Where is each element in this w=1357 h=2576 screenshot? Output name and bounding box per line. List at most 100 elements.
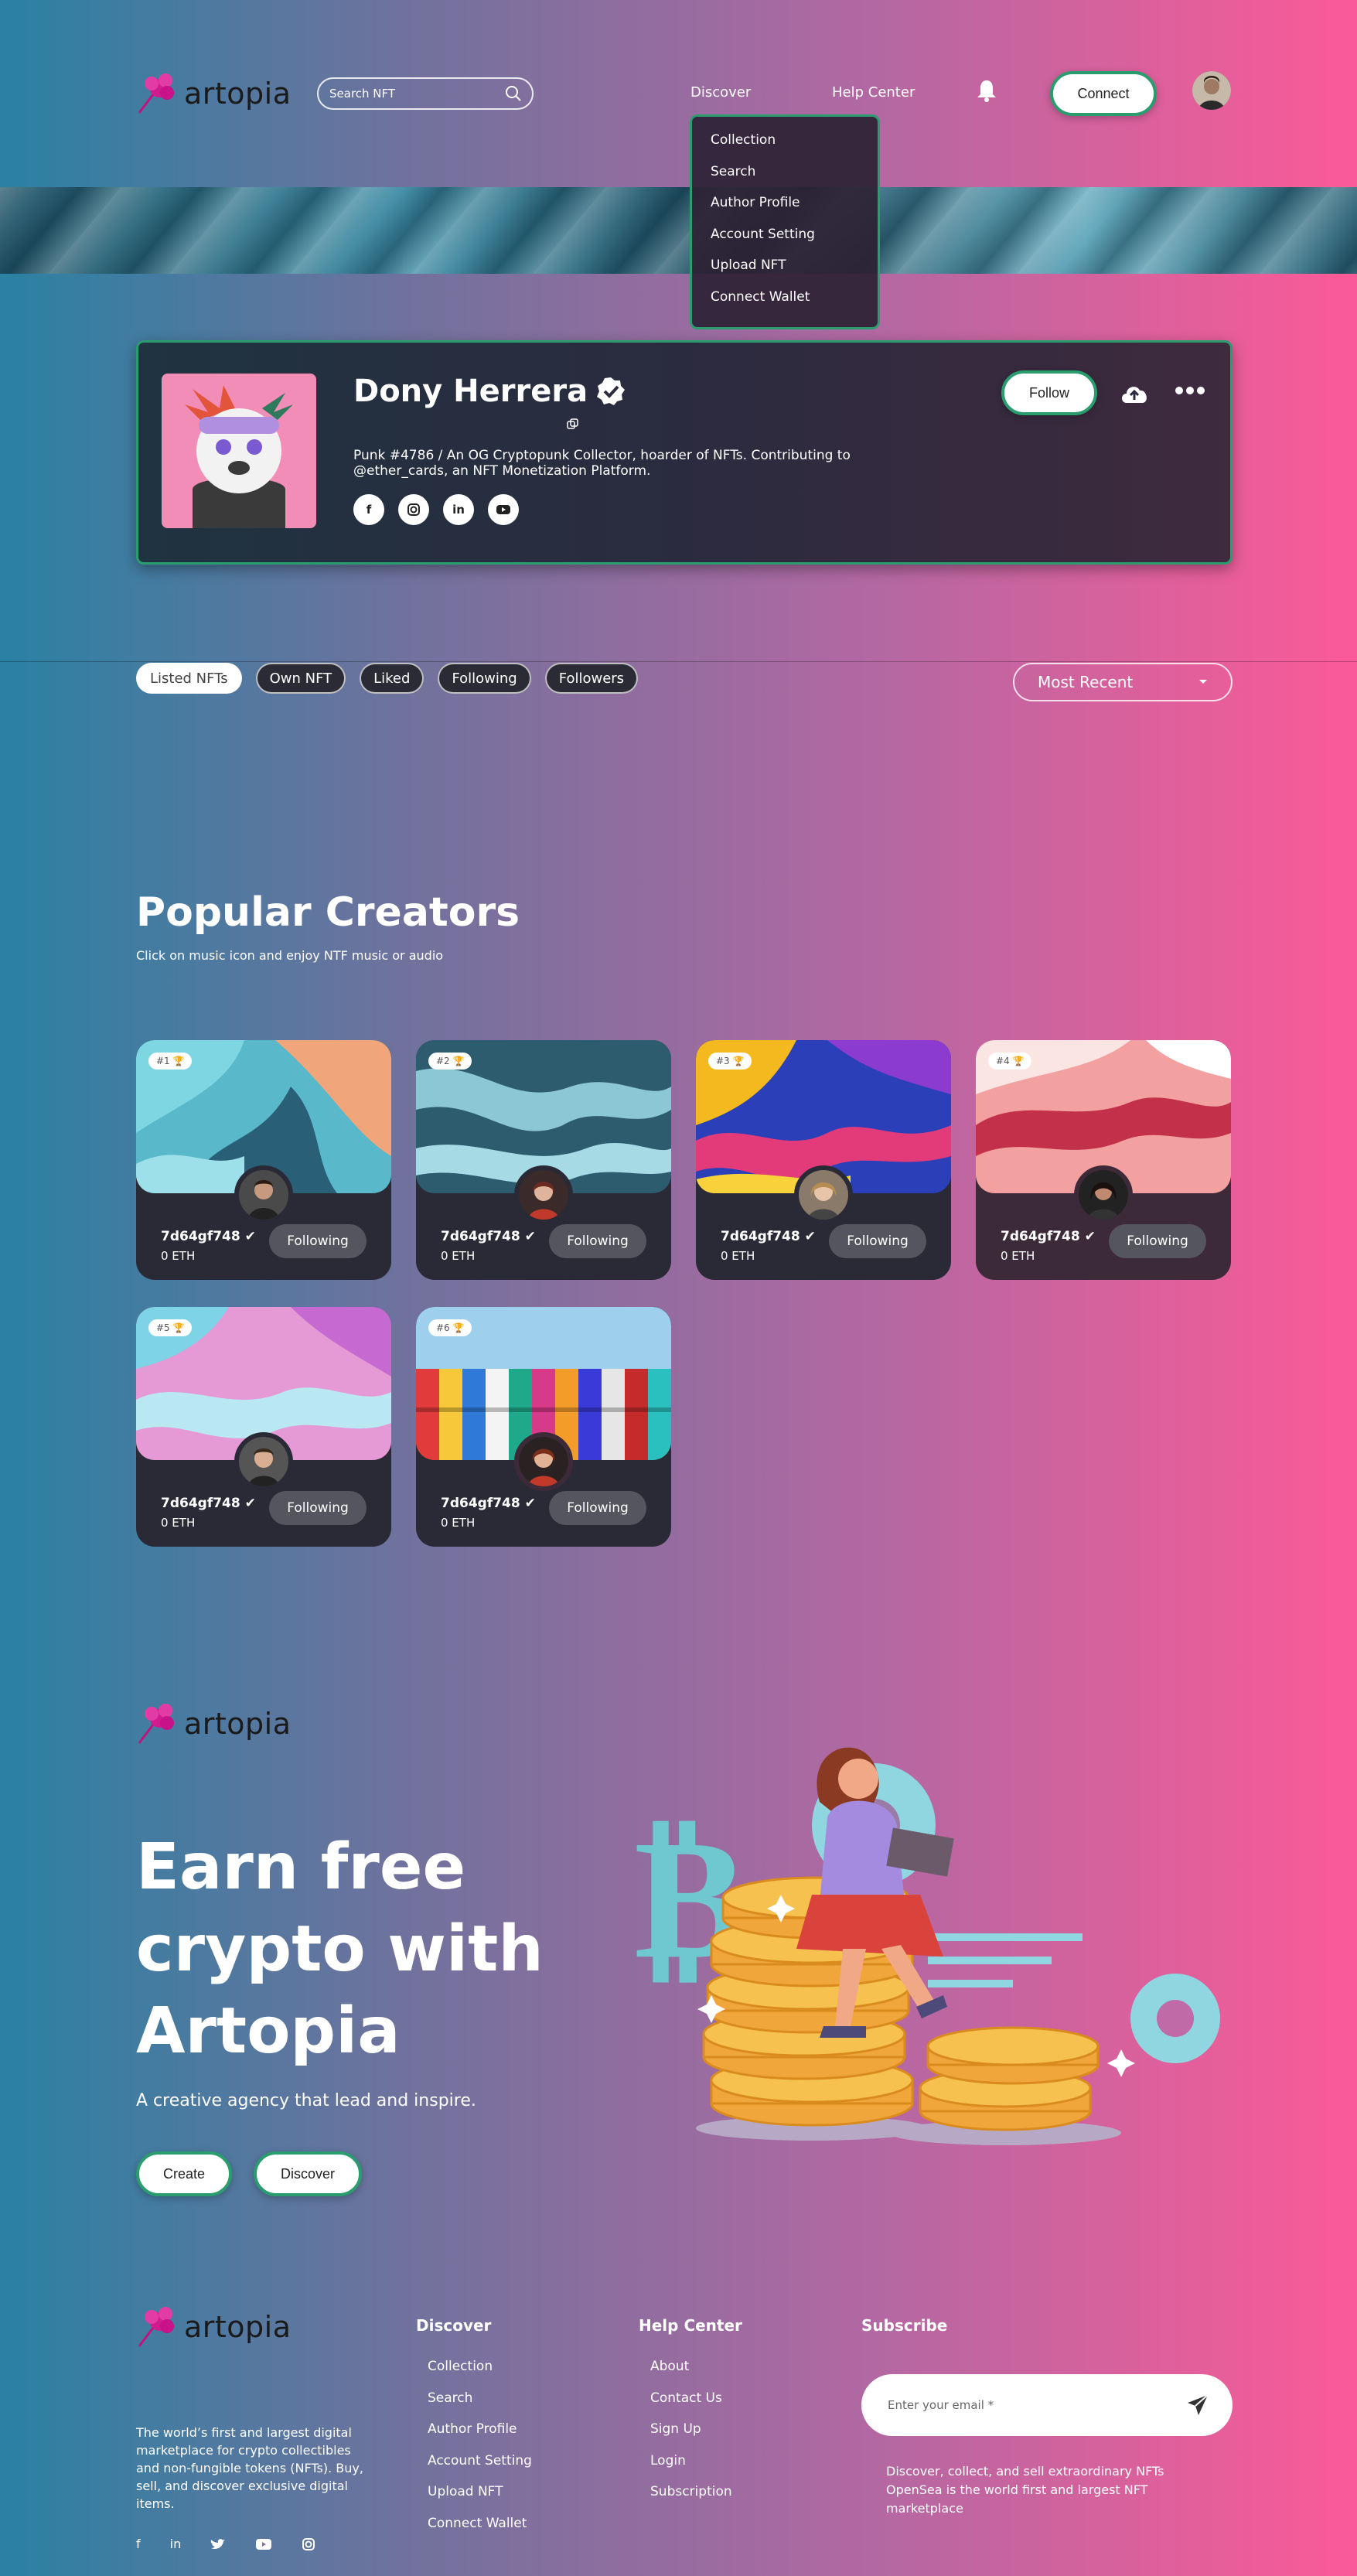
bear-avatar-image (162, 374, 316, 528)
footer-link-search[interactable]: Search (428, 2390, 532, 2422)
footer-subscribe-title: Subscribe (861, 2316, 948, 2335)
creator-avatar (234, 1432, 293, 1491)
creator-name-row: 7d64gf748 ✔ (1001, 1229, 1096, 1244)
hero-logo[interactable]: artopia (136, 1701, 292, 1746)
youtube-icon[interactable] (255, 2538, 272, 2550)
creator-card[interactable]: #4 🏆 7d64gf748 ✔ 0 ETH Following (976, 1040, 1231, 1280)
footer-link-login[interactable]: Login (650, 2453, 732, 2485)
flower-logo-icon (138, 2307, 174, 2347)
user-avatar[interactable] (1192, 71, 1231, 110)
profile-bio-line2: @ether_cards, an NFT Monetization Platfo… (353, 463, 651, 479)
rank-badge: #1 🏆 (148, 1053, 193, 1070)
creator-eth: 0 ETH (441, 1249, 476, 1263)
following-button[interactable]: Following (829, 1224, 926, 1258)
footer-link-upload-nft[interactable]: Upload NFT (428, 2484, 532, 2516)
rank-label: #4 (996, 1056, 1010, 1066)
following-button[interactable]: Following (549, 1491, 646, 1525)
footer-socials: f in (136, 2537, 315, 2551)
tab-listed-nfts[interactable]: Listed NFTs (136, 663, 242, 694)
instagram-icon[interactable] (302, 2537, 315, 2551)
profile-name: Dony Herrera (353, 374, 588, 409)
footer-link-contact-us[interactable]: Contact Us (650, 2390, 732, 2422)
footer-help-title: Help Center (639, 2316, 742, 2335)
creator-card[interactable]: #1 🏆 7d64gf748 ✔ 0 ETH Following (136, 1040, 391, 1280)
search-bar[interactable]: Search NFT (317, 77, 534, 110)
linkedin-icon[interactable]: in (443, 494, 474, 525)
verified-badge-icon (597, 377, 626, 405)
bell-icon[interactable] (976, 79, 997, 102)
creator-card[interactable]: #6 🏆 7d64gf748 ✔ 0 ETH Following (416, 1307, 671, 1547)
youtube-icon[interactable] (488, 494, 519, 525)
copy-icon[interactable] (567, 418, 579, 431)
footer-link-sign-up[interactable]: Sign Up (650, 2421, 732, 2453)
creator-eth: 0 ETH (721, 1249, 755, 1263)
rank-badge: #2 🏆 (428, 1053, 472, 1070)
rank-badge: #5 🏆 (148, 1319, 193, 1336)
more-options-icon[interactable] (1175, 386, 1205, 395)
follow-button[interactable]: Follow (1001, 370, 1097, 415)
verified-icon: ✔ (524, 1229, 536, 1244)
search-icon[interactable] (504, 84, 523, 103)
send-icon[interactable] (1186, 2393, 1209, 2417)
creator-name: 7d64gf748 (161, 1229, 240, 1244)
footer-help-links: About Contact Us Sign Up Login Subscript… (650, 2359, 732, 2516)
hero-title-line2: crypto with (136, 1912, 544, 1986)
footer-link-collection[interactable]: Collection (428, 2359, 532, 2390)
nav-discover[interactable]: Discover (690, 84, 751, 101)
footer-logo[interactable]: artopia (136, 2305, 292, 2349)
tab-liked[interactable]: Liked (360, 663, 424, 694)
rank-label: #2 (436, 1056, 450, 1066)
create-button[interactable]: Create (136, 2151, 232, 2196)
footer-link-connect-wallet[interactable]: Connect Wallet (428, 2516, 532, 2547)
upload-cloud-icon[interactable] (1119, 381, 1150, 404)
dropdown-item-account-setting[interactable]: Account Setting (711, 227, 878, 258)
profile-bio-line1: Punk #4786 / An OG Cryptopunk Collector,… (353, 448, 851, 463)
dropdown-item-search[interactable]: Search (711, 164, 878, 196)
hero-title-line3: Artopia (136, 1994, 401, 2068)
dropdown-item-author-profile[interactable]: Author Profile (711, 195, 878, 227)
creator-eth: 0 ETH (441, 1516, 476, 1530)
rank-label: #3 (716, 1056, 730, 1066)
rank-badge: #6 🏆 (428, 1319, 472, 1336)
footer-link-author-profile[interactable]: Author Profile (428, 2421, 532, 2453)
facebook-icon[interactable]: f (136, 2537, 141, 2551)
header-logo[interactable]: artopia (136, 71, 292, 116)
creator-card[interactable]: #5 🏆 7d64gf748 ✔ 0 ETH Following (136, 1307, 391, 1547)
facebook-icon[interactable]: f (353, 494, 384, 525)
linkedin-icon[interactable]: in (170, 2537, 182, 2551)
creator-avatar (794, 1165, 853, 1224)
following-button[interactable]: Following (1109, 1224, 1206, 1258)
tab-own-nft[interactable]: Own NFT (255, 663, 346, 694)
hero-discover-button[interactable]: Discover (254, 2151, 362, 2196)
dropdown-item-upload-nft[interactable]: Upload NFT (711, 258, 878, 289)
logo-text: artopia (184, 1707, 292, 1741)
caret-down-icon (1199, 680, 1207, 684)
email-input[interactable]: Enter your email * (888, 2398, 994, 2412)
rank-label: #1 (156, 1056, 170, 1066)
creator-name-row: 7d64gf748 ✔ (441, 1229, 536, 1244)
creator-name-row: 7d64gf748 ✔ (721, 1229, 816, 1244)
tab-followers[interactable]: Followers (544, 663, 639, 694)
tab-following[interactable]: Following (438, 663, 531, 694)
following-button[interactable]: Following (549, 1224, 646, 1258)
profile-bio: Punk #4786 / An OG Cryptopunk Collector,… (353, 448, 851, 479)
creator-avatar (514, 1165, 573, 1224)
sort-select[interactable]: Most Recent (1013, 663, 1233, 701)
creator-card[interactable]: #3 🏆 7d64gf748 ✔ 0 ETH Following (696, 1040, 951, 1280)
footer-link-about[interactable]: About (650, 2359, 732, 2390)
footer-link-subscription[interactable]: Subscription (650, 2484, 732, 2516)
verified-icon: ✔ (244, 1229, 256, 1244)
dropdown-item-collection[interactable]: Collection (711, 132, 878, 164)
connect-button[interactable]: Connect (1050, 71, 1157, 116)
instagram-icon[interactable] (398, 494, 429, 525)
twitter-icon[interactable] (210, 2538, 226, 2550)
dropdown-item-connect-wallet[interactable]: Connect Wallet (711, 289, 878, 321)
flower-logo-icon (138, 73, 174, 114)
creator-card[interactable]: #2 🏆 7d64gf748 ✔ 0 ETH Following (416, 1040, 671, 1280)
footer-link-account-setting[interactable]: Account Setting (428, 2453, 532, 2485)
following-button[interactable]: Following (269, 1491, 367, 1525)
nav-help-center[interactable]: Help Center (832, 84, 915, 101)
following-button[interactable]: Following (269, 1224, 367, 1258)
search-input[interactable]: Search NFT (329, 87, 395, 101)
creator-name: 7d64gf748 (161, 1496, 240, 1511)
